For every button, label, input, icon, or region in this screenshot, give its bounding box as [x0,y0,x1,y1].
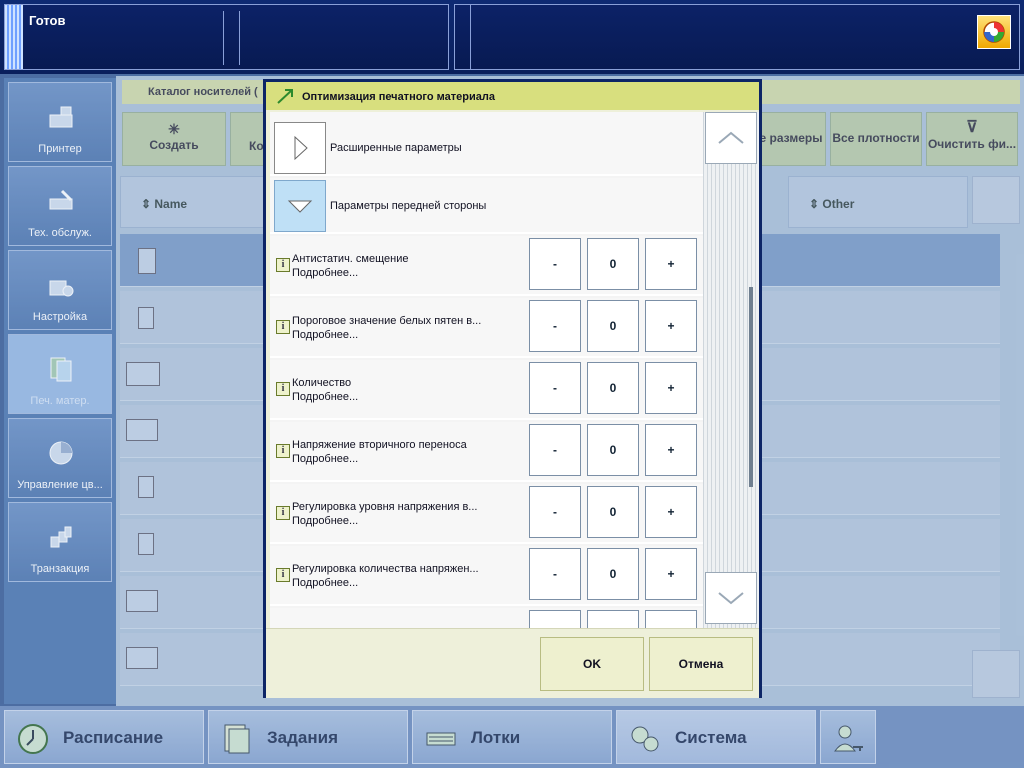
printer-status: Готов [29,13,66,28]
decrement-button[interactable]: - [529,424,581,476]
more-details-link[interactable]: Подробнее... [292,576,479,590]
help-icon [983,21,1005,43]
decrement-button[interactable]: - [529,362,581,414]
triangle-down-icon [287,200,313,213]
decrement-button[interactable] [529,610,581,628]
decrement-button[interactable]: - [529,238,581,290]
value-field[interactable]: 0 [587,548,639,600]
more-details-link[interactable]: Подробнее... [292,266,408,280]
info-icon[interactable]: i [276,444,290,458]
cancel-button[interactable]: Отмена [649,637,753,691]
ok-button[interactable]: OK [540,637,644,691]
increment-button[interactable]: + [645,486,697,538]
help-button[interactable] [977,15,1011,49]
chevron-up-icon [718,131,744,144]
dialog-scrollbar[interactable] [703,112,759,628]
value-field[interactable]: 0 [587,238,639,290]
media-optimization-dialog: Оптимизация печатного материала Расширен… [263,79,762,698]
top-status-bar: Готов [0,0,1024,74]
expand-button[interactable] [274,122,326,174]
value-field[interactable] [587,610,639,628]
status-pane: Готов [4,4,449,70]
triangle-right-icon [294,135,308,161]
dialog-title: Оптимизация печатного материала [266,82,759,110]
decrement-button[interactable]: - [529,300,581,352]
info-icon[interactable]: i [276,258,290,272]
info-icon[interactable]: i [276,568,290,582]
front-side-parameters-row[interactable]: Параметры передней стороны [270,178,703,234]
scroll-thumb[interactable] [749,287,753,487]
parameter-row: i Регулировка уровня напряжения в... Подр… [270,484,703,544]
scroll-down-button[interactable] [705,572,757,624]
increment-button[interactable]: + [645,548,697,600]
parameter-row: i Пороговое значение белых пятен в... Под… [270,298,703,358]
increment-button[interactable]: + [645,300,697,352]
info-icon[interactable]: i [276,506,290,520]
info-icon[interactable]: i [276,382,290,396]
value-field[interactable]: 0 [587,300,639,352]
increment-button[interactable]: + [645,424,697,476]
collapse-button[interactable] [274,180,326,232]
scroll-up-button[interactable] [705,112,757,164]
value-field[interactable]: 0 [587,362,639,414]
parameter-row: i Антистатич. смещение Подробнее... - 0 + [270,236,703,296]
increment-button[interactable]: + [645,238,697,290]
optimize-arrow-icon [277,89,293,104]
more-details-link[interactable]: Подробнее... [292,328,481,342]
value-field[interactable]: 0 [587,424,639,476]
message-pane [454,4,1020,70]
parameter-row [270,608,703,628]
parameter-row: i Регулировка количества напряжен... Подр… [270,546,703,606]
info-icon[interactable]: i [276,320,290,334]
decrement-button[interactable]: - [529,486,581,538]
increment-button[interactable] [645,610,697,628]
more-details-link[interactable]: Подробнее... [292,452,467,466]
status-indicator [5,5,23,69]
chevron-down-icon [718,592,744,605]
value-field[interactable]: 0 [587,486,639,538]
parameter-list: Расширенные параметры Параметры передней… [270,112,703,628]
decrement-button[interactable]: - [529,548,581,600]
parameter-row: i Напряжение вторичного переноса Подробне… [270,422,703,482]
advanced-parameters-row[interactable]: Расширенные параметры [270,120,703,176]
more-details-link[interactable]: Подробнее... [292,514,477,528]
dialog-footer: OK Отмена [266,628,759,698]
parameter-row: i Количество Подробнее... - 0 + [270,360,703,420]
increment-button[interactable]: + [645,362,697,414]
more-details-link[interactable]: Подробнее... [292,390,358,404]
